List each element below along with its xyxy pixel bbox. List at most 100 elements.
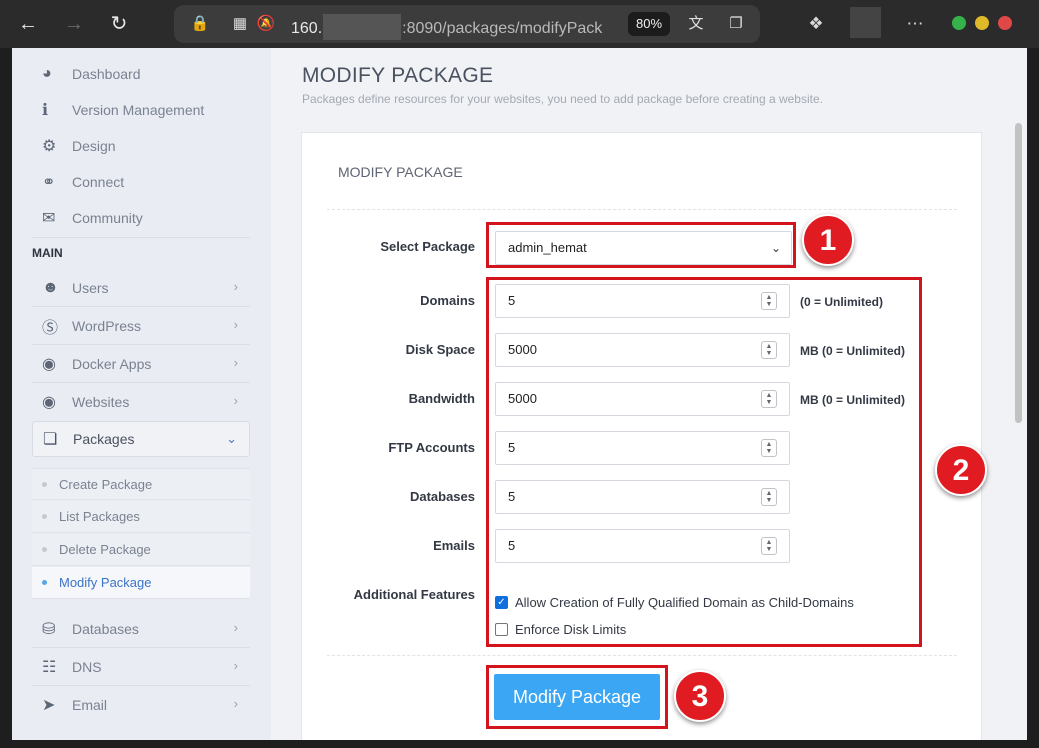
info-icon: ℹ [42,102,49,119]
ftp-accounts-label: FTP Accounts [388,440,475,455]
sitemap-icon: ☷ [42,659,57,676]
packages-icon: ❏ [43,431,58,448]
sidebar-item-connect[interactable]: ⚭ Connect [32,164,250,200]
annotation-badge-3: 3 [674,670,726,722]
page-subtitle: Packages define resources for your websi… [302,92,823,106]
browser-toolbar: ← → ↻ 🔒 ▦ 🔕 160. :8090/packages/modifyPac… [0,0,1039,48]
sidebar-item-version-management[interactable]: ℹ Version Management [32,92,250,128]
sidebar-item-label: Databases [72,621,139,637]
sidebar: ◕ Dashboard ℹ Version Management ⚙ Desig… [12,48,271,740]
annotation-badge-2: 2 [935,444,987,496]
sidebar-item-label: Packages [73,431,135,447]
wordpress-icon: Ⓢ [42,320,59,337]
page-title: MODIFY PACKAGE [302,64,494,87]
sidebar-subitem-list-packages[interactable]: List Packages [32,501,250,533]
sidebar-item-dashboard[interactable]: ◕ Dashboard [32,56,250,92]
chevron-right-icon: › [233,279,238,294]
annotation-box-1 [486,222,796,268]
gear-icon: ⚙ [42,138,57,155]
sidebar-divider [32,306,250,307]
sidebar-item-label: Version Management [72,102,205,118]
dashboard-icon: ◕ [42,65,52,82]
sidebar-subitem-label: Delete Package [59,542,151,557]
bullet-icon [42,547,47,552]
chevron-right-icon: › [233,696,238,711]
disk-space-label: Disk Space [405,342,475,357]
sidebar-subitem-label: Modify Package [59,575,152,590]
annotation-badge-1: 1 [802,214,854,266]
sidebar-item-docker-apps[interactable]: ◉ Docker Apps › [32,346,250,382]
sidebar-divider [32,647,250,648]
back-arrow-icon[interactable]: ← [14,10,42,38]
maximize-window-icon[interactable] [975,16,989,30]
sidebar-item-label: Users [72,280,109,296]
annotation-box-2 [486,277,922,647]
annotation-box-3 [486,665,668,729]
site-info-icon[interactable]: ▦ [230,14,250,34]
sidebar-item-label: Connect [72,174,125,190]
sidebar-item-users[interactable]: ☻ Users › [32,270,250,306]
globe-icon: ◉ [42,356,56,373]
sidebar-subitem-delete-package[interactable]: Delete Package [32,534,250,566]
sidebar-subitem-label: Create Package [59,476,153,492]
chevron-right-icon: › [233,620,238,635]
sidebar-section-heading: MAIN [32,246,63,260]
sidebar-item-label: WordPress [72,318,141,334]
zoom-indicator[interactable]: 80% [628,12,671,36]
link-icon: ⚭ [42,174,56,191]
bandwidth-label: Bandwidth [408,391,475,406]
reading-list-icon[interactable]: ❐ [726,14,746,34]
sidebar-item-dns[interactable]: ☷ DNS › [32,649,250,685]
sidebar-divider [32,344,250,345]
additional-features-label: Additional Features [353,587,475,602]
sidebar-item-label: Dashboard [72,66,141,82]
sidebar-item-label: Email [72,697,108,713]
sidebar-subitem-create-package[interactable]: Create Package [32,468,250,500]
extensions-icon[interactable]: ❖ [804,12,828,36]
chat-icon: ✉ [42,210,56,227]
dashed-divider [327,655,957,656]
sidebar-item-packages[interactable]: ❏ Packages ⌄ [32,421,250,457]
sidebar-subitem-label: List Packages [59,509,140,524]
bullet-icon [42,514,47,519]
sidebar-item-label: DNS [72,659,102,675]
redacted-block [323,14,402,40]
more-menu-icon[interactable]: ⋯ [903,12,927,36]
database-icon: ⛁ [42,621,56,638]
url-text[interactable]: 160. :8090/packages/modifyPack [291,14,602,40]
profile-avatar[interactable] [850,7,881,38]
chevron-right-icon: › [233,355,238,370]
select-package-label: Select Package [380,239,475,254]
card-title: MODIFY PACKAGE [338,164,463,180]
chevron-down-icon: ⌄ [226,431,237,446]
sidebar-item-design[interactable]: ⚙ Design [32,128,250,164]
emails-label: Emails [433,538,475,553]
sidebar-item-community[interactable]: ✉ Community [32,200,250,236]
sidebar-item-databases[interactable]: ⛁ Databases › [32,611,250,647]
url-path: :8090/packages/modifyPack [402,20,603,37]
minimize-window-icon[interactable] [952,16,966,30]
chevron-right-icon: › [233,658,238,673]
chevron-right-icon: › [233,317,238,332]
close-window-icon[interactable] [998,16,1012,30]
sidebar-item-label: Design [72,138,116,154]
forward-arrow-icon[interactable]: → [60,10,88,38]
sidebar-subitem-modify-package[interactable]: Modify Package [32,567,250,599]
sidebar-divider [32,237,250,238]
page-scrollbar[interactable] [1015,123,1022,423]
sidebar-item-wordpress[interactable]: Ⓢ WordPress › [32,308,250,344]
url-prefix: 160. [291,20,323,37]
lock-icon[interactable]: 🔒 [190,14,210,34]
sidebar-item-label: Docker Apps [72,356,152,372]
translate-icon[interactable]: 文 [686,14,706,34]
sidebar-item-email[interactable]: ➤ Email › [32,687,250,723]
reload-icon[interactable]: ↻ [105,10,133,38]
sidebar-item-label: Community [72,210,143,226]
sidebar-item-websites[interactable]: ◉ Websites › [32,384,250,420]
domains-label: Domains [420,293,475,308]
bullet-icon [42,481,47,487]
sidebar-divider [32,685,250,686]
notifications-off-icon[interactable]: 🔕 [256,14,276,34]
dashed-divider [327,209,957,210]
address-bar[interactable]: 🔒 ▦ 🔕 160.:8090/packages/modifyPack 80% … [174,5,760,43]
